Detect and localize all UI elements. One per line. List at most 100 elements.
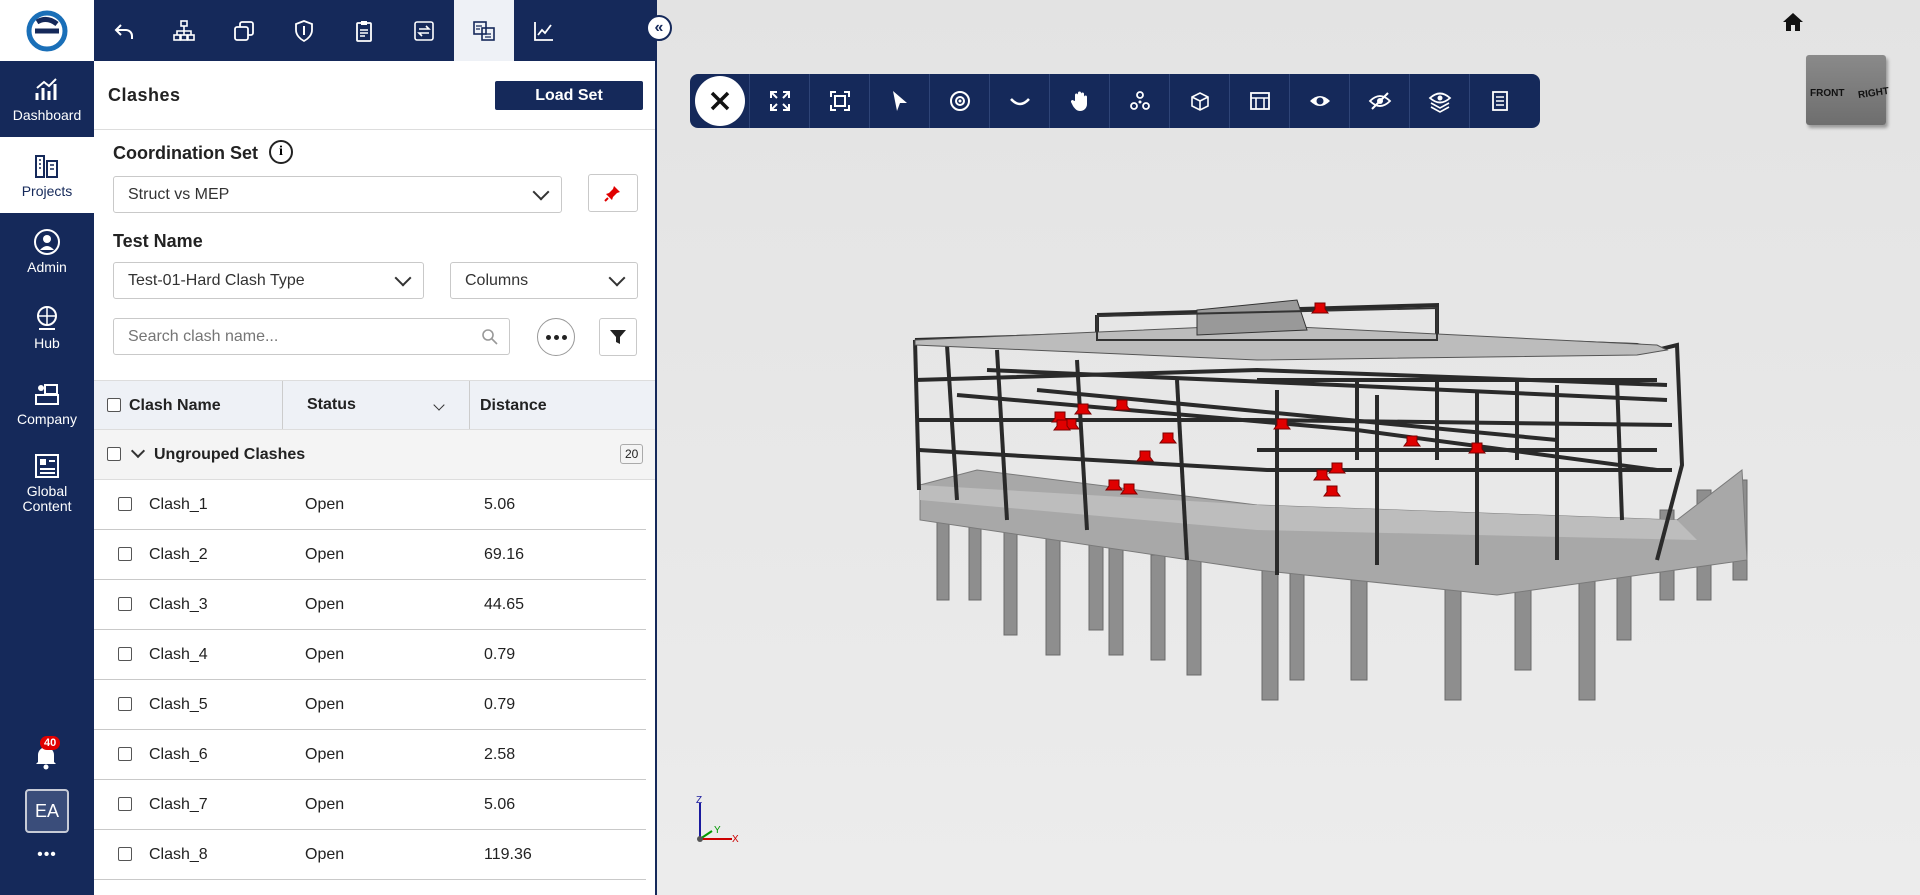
user-avatar[interactable]: EA (25, 789, 69, 833)
table-header: Clash Name Status Distance (94, 380, 655, 430)
chart-icon (35, 77, 57, 100)
column-header-clash-name[interactable]: Clash Name (129, 397, 221, 415)
clash-row[interactable]: Clash_1 Open 5.06 (94, 480, 646, 530)
clash-row[interactable]: Clash_5 Open 0.79 (94, 680, 646, 730)
row-checkbox[interactable] (118, 747, 132, 761)
clipboard-button[interactable] (334, 0, 394, 61)
sidebar-item-hub[interactable]: Hub (0, 289, 94, 365)
chevron-down-icon[interactable] (433, 399, 445, 411)
more-menu-button[interactable]: ••• (0, 846, 94, 864)
column-header-status[interactable]: Status (307, 396, 356, 414)
test-name-select[interactable]: Test-01-Hard Clash Type (113, 262, 424, 299)
column-header-distance[interactable]: Distance (480, 397, 547, 415)
section-box-button[interactable] (1170, 74, 1230, 128)
shield-button[interactable] (274, 0, 334, 61)
orbit-tool-button[interactable] (930, 74, 990, 128)
section-plane-button[interactable] (1230, 74, 1290, 128)
layers-button[interactable] (214, 0, 274, 61)
group-checkbox[interactable] (107, 447, 121, 461)
clash-row[interactable]: Clash_8 Open 119.36 (94, 830, 646, 880)
load-set-button[interactable]: Load Set (495, 81, 643, 110)
group-row[interactable]: Ungrouped Clashes 20 (94, 430, 655, 480)
close-viewer-button[interactable] (690, 74, 750, 128)
row-checkbox[interactable] (118, 547, 132, 561)
clash-row[interactable]: Clash_3 Open 44.65 (94, 580, 646, 630)
sidebar-item-dashboard[interactable]: Dashboard (0, 61, 94, 137)
search-input[interactable] (114, 319, 454, 354)
properties-button[interactable] (1470, 74, 1530, 128)
select-all-checkbox[interactable] (107, 398, 121, 412)
more-options-button[interactable] (537, 318, 575, 356)
show-all-button[interactable] (1290, 74, 1350, 128)
cube-face-front[interactable]: FRONT (1810, 88, 1844, 99)
cursor-icon (892, 91, 907, 111)
sidebar-item-label: Dashboard (12, 106, 82, 123)
row-checkbox[interactable] (118, 597, 132, 611)
sidebar-item-admin[interactable]: Admin (0, 213, 94, 289)
chevron-down-icon[interactable] (130, 443, 146, 459)
sync-button[interactable] (394, 0, 454, 61)
search-icon[interactable] (481, 328, 499, 346)
sidebar-item-global-content[interactable]: Global Content (0, 441, 94, 525)
clash-status: Open (305, 746, 345, 763)
home-icon (1783, 13, 1803, 31)
row-checkbox[interactable] (118, 847, 132, 861)
info-icon[interactable]: i (269, 140, 293, 164)
row-checkbox[interactable] (118, 697, 132, 711)
clash-name[interactable]: Clash_8 (149, 846, 208, 864)
row-checkbox[interactable] (118, 797, 132, 811)
clash-name[interactable]: Clash_2 (149, 546, 208, 564)
isolate-button[interactable] (1410, 74, 1470, 128)
notifications-bell[interactable]: 40 (32, 736, 61, 775)
home-button[interactable] (1782, 11, 1804, 33)
sidebar-item-label: Global Content (22, 483, 72, 514)
eye-off-icon (1368, 92, 1391, 110)
clash-row[interactable]: Clash_6 Open 2.58 (94, 730, 646, 780)
building-model[interactable] (657, 0, 1920, 895)
fullscreen-button[interactable] (750, 74, 810, 128)
sidebar-item-projects[interactable]: Projects (0, 137, 94, 213)
shield-icon (295, 19, 313, 42)
clash-name[interactable]: Clash_5 (149, 696, 208, 714)
globe-icon (37, 305, 57, 330)
clash-name[interactable]: Clash_6 (149, 746, 208, 764)
app-logo[interactable] (0, 0, 94, 61)
clash-name[interactable]: Clash_3 (149, 596, 208, 614)
clash-name[interactable]: Clash_1 (149, 496, 208, 514)
close-icon (710, 91, 729, 111)
clash-row[interactable]: Clash_7 Open 5.06 (94, 780, 646, 830)
layers-eye-icon (1428, 92, 1451, 113)
hide-button[interactable] (1350, 74, 1410, 128)
clash-row[interactable]: Clash_2 Open 69.16 (94, 530, 646, 580)
explode-tool-button[interactable] (1110, 74, 1170, 128)
fit-icon (829, 91, 850, 111)
look-tool-button[interactable] (990, 74, 1050, 128)
undo-button[interactable] (94, 0, 154, 61)
hierarchy-button[interactable] (154, 0, 214, 61)
clash-name[interactable]: Clash_4 (149, 646, 208, 664)
analytics-button[interactable] (514, 0, 574, 61)
clash-name[interactable]: Clash_7 (149, 796, 208, 814)
clash-detection-button[interactable] (454, 0, 514, 61)
row-checkbox[interactable] (118, 497, 132, 511)
fit-view-button[interactable] (810, 74, 870, 128)
row-checkbox[interactable] (118, 647, 132, 661)
cube-face-right[interactable]: RIGHT (1857, 86, 1889, 101)
roof (914, 299, 1669, 361)
collapse-panel-button[interactable]: « (646, 15, 672, 41)
sidebar-item-company[interactable]: Company (0, 365, 94, 441)
model-viewer[interactable]: FRONT RIGHT Z Y X (657, 0, 1920, 895)
filter-button[interactable] (599, 318, 637, 356)
element-filter-select[interactable]: Columns (450, 262, 638, 299)
coordination-set-select[interactable]: Struct vs MEP (113, 176, 562, 213)
axis-x-label: X (732, 834, 739, 845)
select-tool-button[interactable] (870, 74, 930, 128)
hand-icon (1070, 91, 1087, 111)
document-icon (1492, 91, 1508, 111)
pan-tool-button[interactable] (1050, 74, 1110, 128)
pin-button[interactable] (588, 174, 638, 212)
view-cube[interactable]: FRONT RIGHT (1806, 55, 1890, 125)
clash-distance: 119.36 (484, 846, 532, 863)
clash-row[interactable]: Clash_4 Open 0.79 (94, 630, 646, 680)
clash-distance: 2.58 (484, 746, 516, 763)
